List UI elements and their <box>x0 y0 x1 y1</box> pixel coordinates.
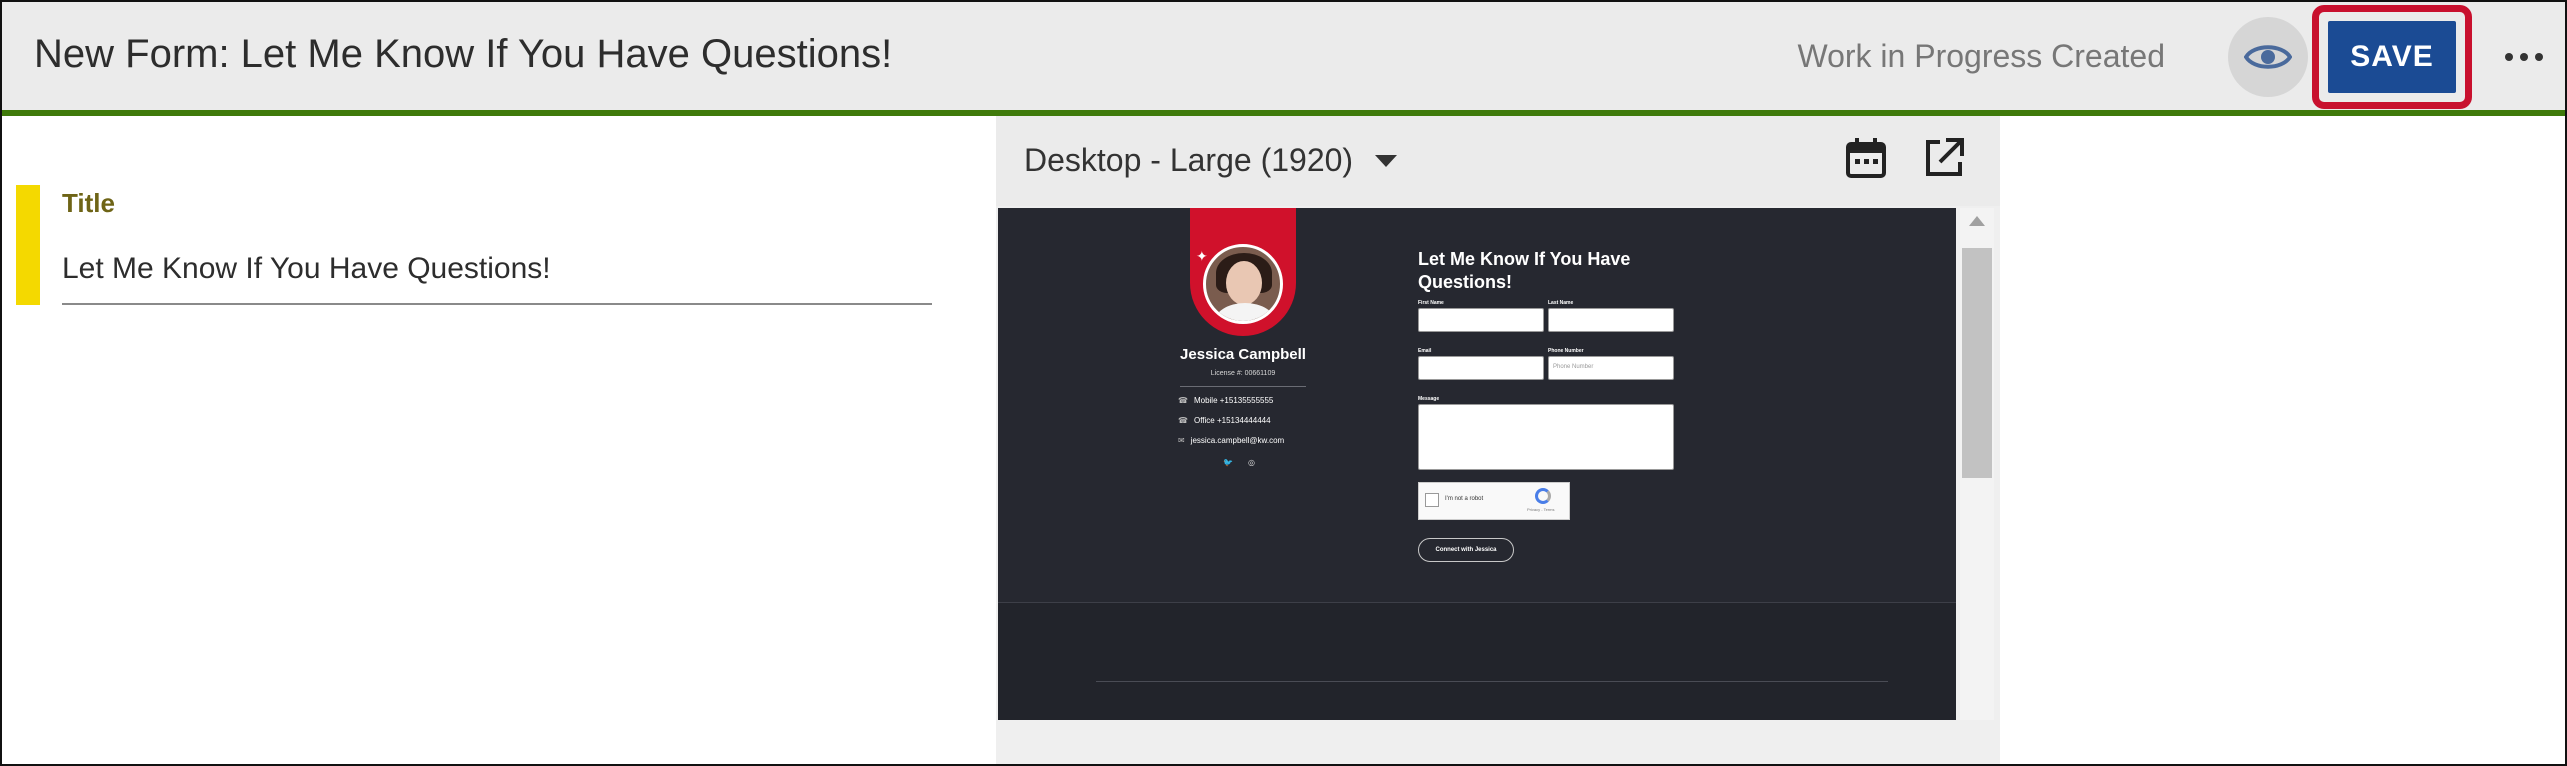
last-name-input[interactable] <box>1548 308 1674 332</box>
email-input[interactable] <box>1418 356 1544 380</box>
phone-icon: ☎ <box>1178 416 1188 425</box>
phone-icon: ☎ <box>1178 396 1188 405</box>
device-size-value: Desktop - Large (1920) <box>1024 142 1354 178</box>
phone-label: Phone Number <box>1548 348 1584 354</box>
avatar <box>1203 244 1283 324</box>
calendar-icon <box>1846 138 1886 178</box>
device-size-select[interactable]: Desktop - Large (1920) <box>1024 142 1398 179</box>
message-label: Message <box>1418 396 1440 402</box>
open-preview-button[interactable] <box>1922 136 1966 185</box>
captcha-checkbox[interactable] <box>1425 493 1439 507</box>
email-label: Email <box>1418 348 1432 354</box>
external-link-icon <box>1926 138 1964 176</box>
first-name-input[interactable] <box>1418 308 1544 332</box>
twitter-icon[interactable]: 🐦 <box>1223 458 1233 467</box>
preview-button[interactable] <box>2228 17 2308 97</box>
contact-office[interactable]: ☎ Office +15134444444 <box>1178 416 1271 425</box>
first-name-label: First Name <box>1418 300 1444 306</box>
connect-button[interactable]: Connect with Jessica <box>1418 538 1514 562</box>
agent-name: Jessica Campbell <box>1180 346 1306 363</box>
contact-office-text: Office +15134444444 <box>1193 416 1271 425</box>
captcha-label: I'm not a robot <box>1445 496 1484 502</box>
preview-scrollbar[interactable] <box>1960 208 1994 720</box>
title-field-label: Title <box>62 188 115 218</box>
sparkle-icon: ✦ <box>1196 248 1208 264</box>
last-name-label: Last Name <box>1548 300 1574 306</box>
schedule-button[interactable] <box>1844 136 1888 185</box>
more-options-button[interactable] <box>2497 30 2551 84</box>
app-header: New Form: Let Me Know If You Have Questi… <box>2 2 2565 116</box>
agent-license: License #: 00661109 <box>1210 370 1276 377</box>
eye-icon <box>2244 45 2292 69</box>
contact-email[interactable]: ✉ jessica.campbell@kw.com <box>1178 436 1284 445</box>
profile-divider <box>1180 386 1306 387</box>
mail-icon: ✉ <box>1178 436 1185 445</box>
more-horizontal-icon <box>2505 53 2543 61</box>
title-field-input[interactable]: Let Me Know If You Have Questions! <box>62 252 551 286</box>
instagram-icon[interactable]: ◎ <box>1248 458 1255 467</box>
preview-toolbar: Desktop - Large (1920) <box>996 116 2000 206</box>
captcha-terms: Privacy - Terms <box>1527 507 1555 512</box>
preview-canvas: ✦ Jessica Campbell License #: 00661109 ☎… <box>998 208 1956 720</box>
scroll-thumb[interactable] <box>1962 248 1992 478</box>
preview-footer <box>998 602 1956 720</box>
captcha-widget: I'm not a robot Privacy - Terms <box>1418 482 1570 520</box>
save-button-highlight: SAVE <box>2312 5 2472 109</box>
status-text: Work in Progress Created <box>1797 38 2165 74</box>
field-accent-bar <box>16 185 40 305</box>
message-textarea[interactable] <box>1418 404 1674 470</box>
footer-divider <box>1096 681 1888 682</box>
recaptcha-icon <box>1535 488 1551 504</box>
page-title: New Form: Let Me Know If You Have Questi… <box>34 32 893 76</box>
contact-mobile[interactable]: ☎ Mobile +15135555555 <box>1178 396 1273 405</box>
title-field-underline <box>62 303 932 305</box>
contact-email-text: jessica.campbell@kw.com <box>1190 436 1285 445</box>
phone-input[interactable]: Phone Number <box>1548 356 1674 380</box>
contact-mobile-text: Mobile +15135555555 <box>1193 396 1274 405</box>
phone-input-placeholder: Phone Number <box>1553 364 1594 370</box>
form-title: Let Me Know If You Have Questions! <box>1418 249 1631 292</box>
save-button[interactable]: SAVE <box>2328 21 2456 93</box>
preview-panel: Desktop - Large (1920) ✦ Jessica Campbel… <box>996 116 2000 764</box>
scroll-up-arrow[interactable] <box>1969 216 1985 226</box>
chevron-down-icon <box>1375 154 1398 167</box>
app-frame: New Form: Let Me Know If You Have Questi… <box>0 0 2567 766</box>
